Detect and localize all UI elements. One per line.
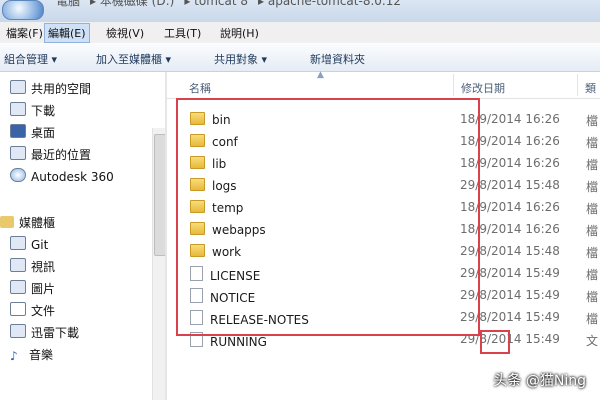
menu-help[interactable]: 說明(H) [218,25,261,41]
thunder-download-icon [10,324,26,338]
nav-label: 媒體櫃 [19,216,56,230]
new-folder-button[interactable]: 新增資料夾 [310,51,365,67]
nav-item-autodesk-360[interactable]: Autodesk 360 [10,168,114,186]
column-header-bar: ▲ 名稱 修改日期 類 [167,70,600,99]
menu-view[interactable]: 檢視(V) [104,25,146,41]
nav-label: Autodesk 360 [31,170,114,184]
nav-label: 下載 [31,104,56,118]
nav-item-documents[interactable]: 文件 [10,302,55,320]
navigation-scrollbar[interactable] [152,128,166,400]
file-type: 檔 [586,224,599,238]
file-name: RUNNING [210,335,267,349]
nav-label: 桌面 [31,126,56,140]
back-forward-buttons[interactable] [2,0,44,20]
breadcrumb-item[interactable]: tomcat 8 [194,0,248,8]
document-icon [10,302,26,316]
nav-label: 迅雷下載 [31,326,80,340]
nav-label: Git [31,238,49,252]
column-header-date[interactable]: 修改日期 [461,80,505,96]
music-note-icon: ♪ [10,349,18,363]
column-divider[interactable] [577,74,578,96]
nav-item-libraries[interactable]: 媒體櫃 [0,214,55,232]
share-with-button[interactable]: 共用對象 ▾ [214,51,267,67]
nav-item-pictures[interactable]: 圖片 [10,280,55,298]
column-divider[interactable] [453,74,454,96]
autodesk-cloud-icon [10,168,26,182]
nav-label: 文件 [31,304,56,318]
navigation-pane: 共用的空間 下載 桌面 最近的位置 Autodesk 360 媒體櫃 Git 視… [0,72,165,400]
libraries-icon [0,216,14,228]
nav-item-downloads[interactable]: 下載 [10,102,55,120]
menu-tools[interactable]: 工具(T) [162,25,203,41]
desktop-icon [10,124,26,138]
breadcrumb-item[interactable]: 電腦 [56,0,80,8]
column-header-type[interactable]: 類 [585,80,596,96]
address-bar: 電腦 ▸ 本機磁碟 (D:) ▸ tomcat 8 ▸ apache-tomcat-8… [0,0,600,23]
git-library-icon [10,236,26,250]
watermark: 头条 @猫Ning [493,373,586,389]
file-type: 文 [586,334,599,348]
picture-icon [10,280,26,294]
column-header-name[interactable]: 名稱 [189,80,211,96]
nav-item-git[interactable]: Git [10,236,48,254]
nav-item-videos[interactable]: 視訊 [10,258,55,276]
organize-button[interactable]: 組合管理 ▾ [4,51,57,67]
file-type: 檔 [586,158,599,172]
command-bar: 組合管理 ▾ 加入至媒體櫃 ▾ 共用對象 ▾ 新增資料夾 [0,43,600,72]
file-type: 檔 [586,202,599,216]
file-type: 檔 [586,290,599,304]
shared-space-icon [10,80,26,94]
breadcrumb-item[interactable]: apache-tomcat-8.0.12 [268,0,401,8]
file-type: 檔 [586,180,599,194]
file-type: 檔 [586,312,599,326]
nav-item-thunder-downloads[interactable]: 迅雷下載 [10,324,79,342]
downloads-icon [10,102,26,116]
nav-item-shared-space[interactable]: 共用的空間 [10,80,91,98]
nav-label: 圖片 [31,282,56,296]
breadcrumb-item[interactable]: 本機磁碟 (D:) [100,0,174,8]
nav-label: 音樂 [29,348,54,362]
sort-up-icon: ▲ [317,70,324,80]
menu-bar: 檔案(F) 編輯(E) 檢視(V) 工具(T) 說明(H) [0,22,600,44]
video-icon [10,258,26,272]
annotation-highlight-box [176,98,480,336]
nav-label: 共用的空間 [31,82,92,96]
recent-places-icon [10,146,26,160]
nav-label: 視訊 [31,260,56,274]
file-type: 檔 [586,268,599,282]
nav-item-recent-places[interactable]: 最近的位置 [10,146,91,164]
nav-label: 最近的位置 [31,148,92,162]
add-to-library-button[interactable]: 加入至媒體櫃 ▾ [96,51,171,67]
file-type: 檔 [586,114,599,128]
menu-edit[interactable]: 編輯(E) [44,23,90,43]
file-type: 檔 [586,246,599,260]
file-type: 檔 [586,136,599,150]
nav-item-music[interactable]: ♪ 音樂 [10,346,53,364]
annotation-highlight-tail [480,330,510,354]
pane-splitter[interactable] [165,72,167,400]
breadcrumb[interactable]: 電腦 ▸ 本機磁碟 (D:) ▸ tomcat 8 ▸ apache-tomcat-8… [56,0,576,8]
nav-item-desktop[interactable]: 桌面 [10,124,55,142]
menu-file[interactable]: 檔案(F) [4,25,45,41]
